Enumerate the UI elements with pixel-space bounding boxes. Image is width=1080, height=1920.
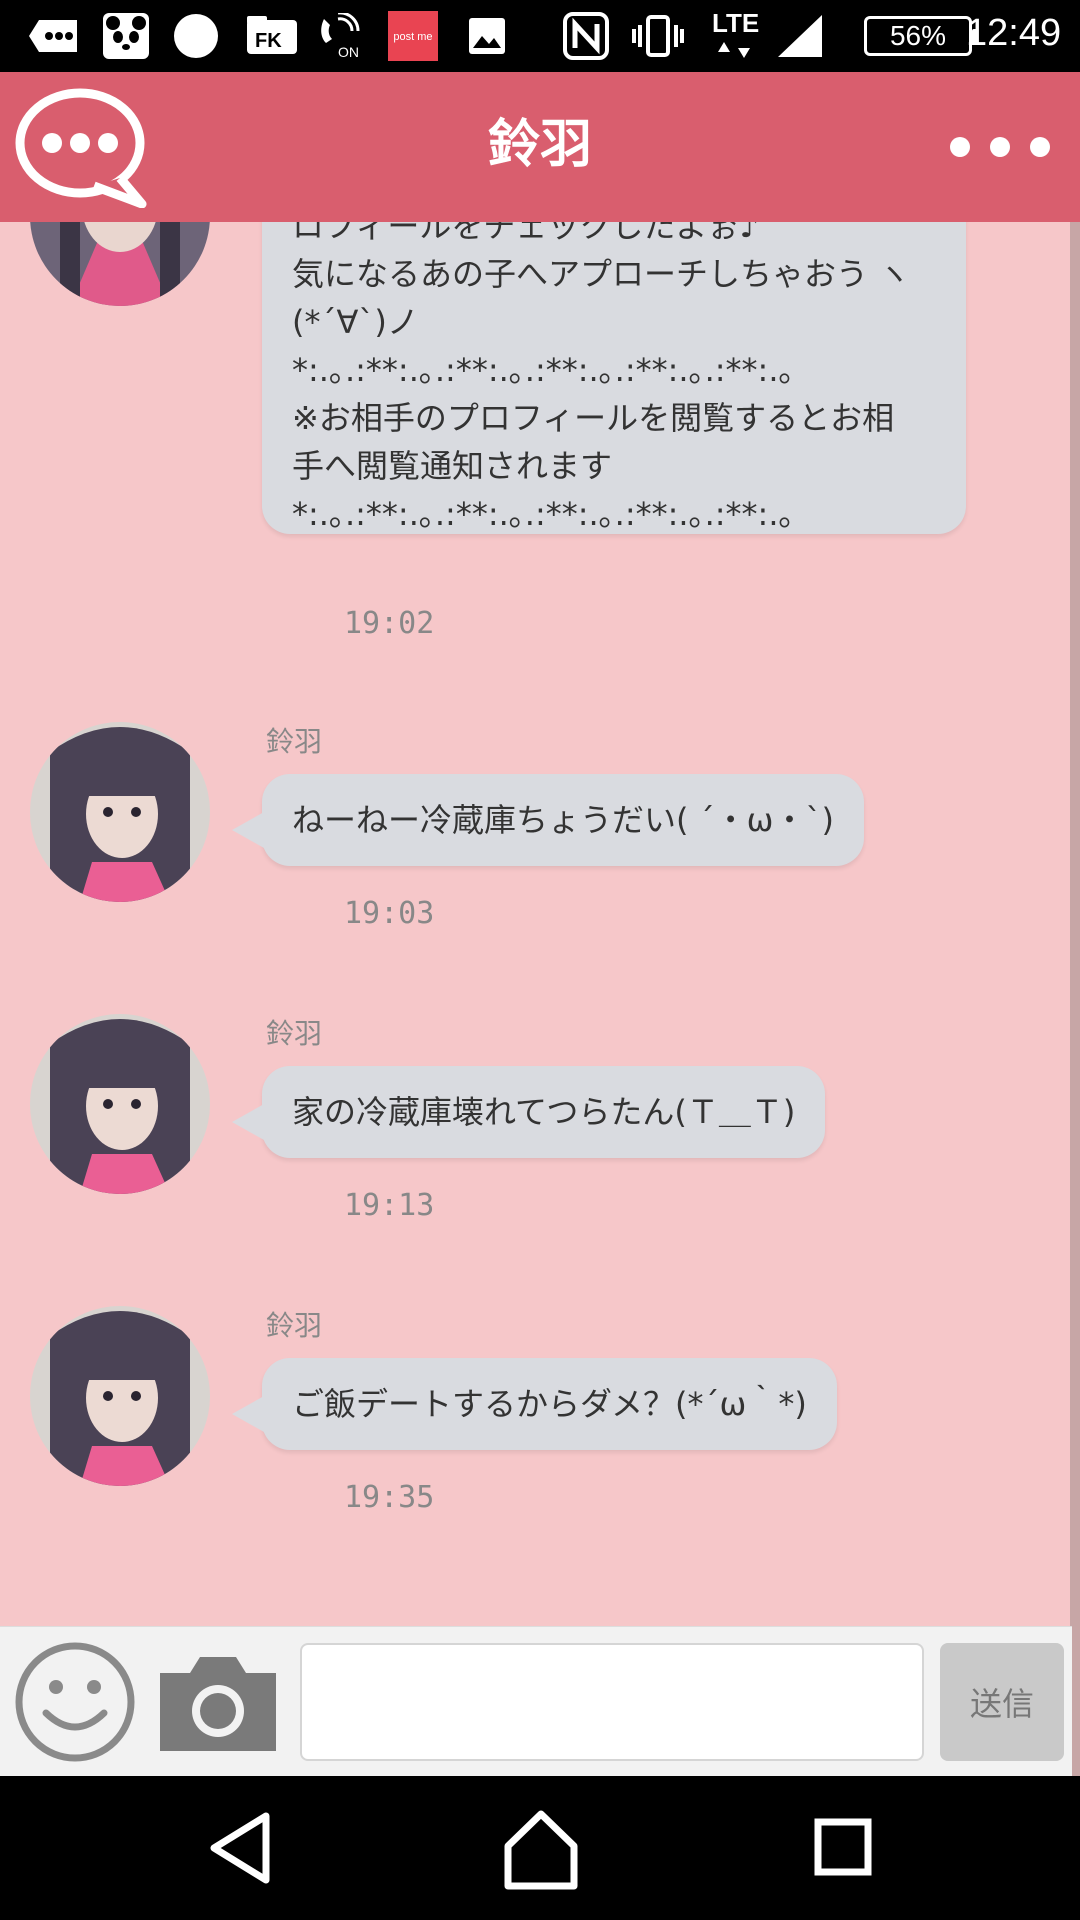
sender-name: 鈴羽 <box>266 1017 323 1050</box>
message-bubble: 家の冷蔵庫壊れてつらたん(Ｔ＿Ｔ) <box>231 1066 826 1158</box>
app-header: 鈴羽 <box>0 72 1080 222</box>
signal-icon <box>776 14 824 58</box>
fk-app-icon: FK <box>244 14 300 58</box>
panda-app-icon <box>100 13 152 59</box>
message-time: 19:13 <box>344 1188 435 1223</box>
svg-text:post me: post me <box>393 31 432 43</box>
more-options-icon[interactable] <box>950 127 1050 167</box>
avatar[interactable] <box>30 1014 210 1194</box>
message-input-bar: 送信 <box>0 1626 1072 1776</box>
chat-messages[interactable]: ロフィールをチェックしたよぉ♪ 気になるあの子へアプローチしちゃおう ヽ (*´… <box>0 222 1072 1626</box>
message-icon <box>26 14 82 58</box>
circle-app-icon <box>172 14 220 58</box>
dot <box>1030 137 1050 157</box>
sender-name: 鈴羽 <box>266 1309 323 1342</box>
data-arrows-icon <box>716 40 756 60</box>
message-time: 19:02 <box>344 606 435 641</box>
message-bubble: ねーねー冷蔵庫ちょうだい( ´・ω・`) <box>232 774 864 866</box>
avatar[interactable] <box>30 1306 210 1486</box>
postme-app-icon: post me <box>388 11 438 61</box>
vibrate-icon <box>630 14 686 58</box>
avatar[interactable] <box>30 722 210 902</box>
svg-text:ON: ON <box>338 44 359 59</box>
dot <box>990 137 1010 157</box>
dot <box>950 137 970 157</box>
chat-title: 鈴羽 <box>487 115 592 175</box>
recents-icon[interactable] <box>800 1806 890 1890</box>
smiley-icon[interactable] <box>14 1641 136 1763</box>
network-type: LTE <box>712 8 760 38</box>
clock: 12:49 <box>966 12 1062 54</box>
message-bubble: ご飯デートするからダメ？(*´ω｀*) <box>232 1358 837 1450</box>
message-time: 19:35 <box>344 1480 435 1515</box>
status-bar: FK ON post me LTE 56% 12:49 <box>0 0 1080 72</box>
home-icon[interactable] <box>496 1806 586 1890</box>
message-input[interactable] <box>300 1643 924 1761</box>
battery-indicator: 56% <box>864 16 978 56</box>
avatar[interactable] <box>30 222 210 306</box>
wifi-calling-icon: ON <box>318 13 366 59</box>
send-button[interactable]: 送信 <box>940 1643 1064 1761</box>
back-icon[interactable] <box>196 1806 286 1890</box>
sender-name: 鈴羽 <box>266 725 323 758</box>
navigation-bar <box>0 1776 1080 1920</box>
message-time: 19:03 <box>344 896 435 931</box>
gallery-icon <box>466 14 508 58</box>
message-bubble: ロフィールをチェックしたよぉ♪ 気になるあの子へアプローチしちゃおう ヽ (*´… <box>262 222 966 534</box>
nfc-icon <box>562 12 610 60</box>
camera-icon[interactable] <box>156 1653 280 1753</box>
scrollbar[interactable] <box>1070 222 1080 1782</box>
svg-text:FK: FK <box>255 30 282 52</box>
